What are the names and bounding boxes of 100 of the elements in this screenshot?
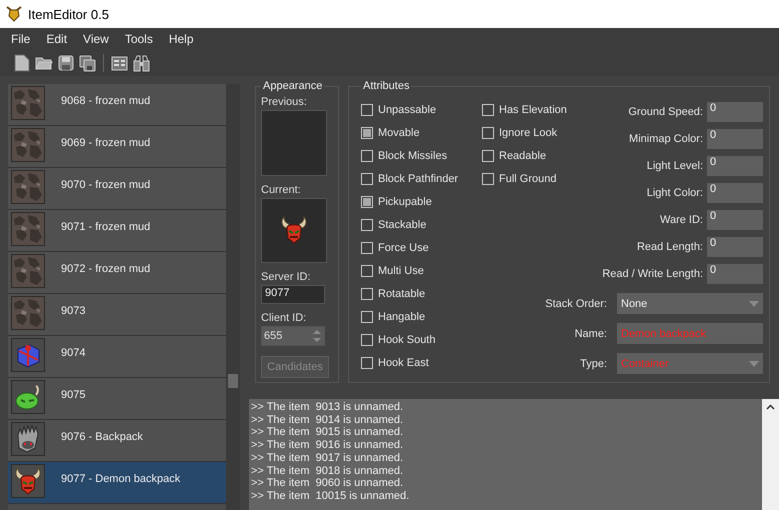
input-field[interactable]: 0 [707,156,763,176]
log-line: >> The item 9060 is unnamed. [251,477,404,490]
checkbox[interactable] [482,173,494,185]
checkbox[interactable] [361,173,373,185]
log-line: >> The item 9013 is unnamed. [251,401,404,414]
checkbox[interactable] [482,104,494,116]
checkbox-label: Ignore Look [499,127,558,139]
checkbox[interactable] [361,127,373,139]
field-label: Type: [580,358,607,370]
checkbox[interactable] [361,219,373,231]
item-sprite-icon [12,87,44,119]
client-id-spinner[interactable]: 655 [261,326,325,346]
item-label: 9076 - Backpack [61,430,143,445]
menu-item[interactable]: File [3,32,38,46]
item-list-row[interactable]: 9070 - frozen mud [8,168,226,210]
log-line: >> The item 10015 is unnamed. [251,490,410,503]
checkbox[interactable] [361,357,373,369]
checkbox-label: Pickupable [378,196,432,208]
checkbox[interactable] [361,311,373,323]
save-icon[interactable] [58,55,74,71]
log-line: >> The item 9015 is unnamed. [251,426,404,440]
server-id-field[interactable]: 9077 [261,285,325,304]
scrollbar[interactable] [762,399,779,510]
checkbox[interactable] [482,150,494,162]
checkbox-label: Block Missiles [378,150,448,162]
field-label: Current: [261,184,302,196]
checkbox-label: Readable [499,150,546,162]
field-label: Minimap Color: [629,133,703,145]
menu-item[interactable]: Edit [38,32,76,46]
item-sprite-icon [12,297,44,329]
field-label: Light Level: [646,160,703,172]
group-title: Attributes [362,80,410,92]
folder-icon[interactable] [35,55,53,71]
input-field[interactable]: 0 [707,210,763,230]
checkbox[interactable] [361,265,373,277]
item-sprite-icon [12,255,44,287]
caret-icon [749,300,759,306]
field-label: Name: [574,328,607,340]
item-label: 9077 - Demon backpack [61,472,180,487]
item-list-row[interactable]: 9072 - frozen mud [8,252,226,294]
checkbox-label: Rotatable [378,288,426,300]
item-label: 9071 - frozen mud [61,220,150,235]
item-list-row[interactable]: 9068 - frozen mud [8,84,226,126]
checkbox[interactable] [361,104,373,116]
item-sprite-icon [12,171,44,203]
window-title: ItemEditor 0.5 [28,6,109,22]
checkbox[interactable] [361,196,373,208]
checkbox[interactable] [361,242,373,254]
binoculars-icon[interactable] [133,54,150,72]
log-line: >> The item 9014 is unnamed. [251,414,404,426]
item-label: 9074 [61,346,86,361]
item-list-row[interactable]: 9076 - Backpack [8,420,226,462]
item-list-row[interactable]: 9074 [8,336,226,378]
checkbox[interactable] [482,127,494,139]
field-label: Ground Speed: [628,106,703,118]
item-list-row[interactable]: 9073 [8,294,226,336]
menu-item[interactable]: View [75,32,117,46]
checkbox-label: Movable [378,127,420,139]
field-label: Ware ID: [660,214,703,226]
dropdown[interactable]: None [617,293,763,314]
checkbox-label: Block Pathfinder [378,173,458,185]
caret-icon [749,360,759,366]
item-list-row[interactable]: 9069 - frozen mud [8,126,226,168]
checkbox-label: Has Elevation [499,104,567,116]
item-sprite-icon [12,213,44,245]
new-file-icon[interactable] [14,54,30,72]
item-label: 9073 [61,304,86,319]
field-label: Read / Write Length: [602,268,703,280]
item-label: 9068 - frozen mud [61,94,150,109]
item-list-row[interactable]: 9075 [8,378,226,420]
save-all-icon[interactable] [79,54,96,72]
input-field[interactable]: 0 [707,129,763,149]
log-line: >> The item 9017 is unnamed. [251,452,404,465]
item-list-row[interactable]: 9071 - frozen mud [8,210,226,252]
input-field[interactable]: 0 [707,264,763,284]
checkbox-label: Force Use [378,242,429,254]
log-line: >> The item 9016 is unnamed. [251,439,404,452]
field-label: Read Length: [636,241,703,253]
item-label: 9069 - frozen mud [61,136,150,151]
field-label: Previous: [261,96,308,108]
input-field[interactable]: 0 [707,183,763,203]
scrollbar[interactable] [226,84,240,510]
checkbox-label: Hook East [378,357,429,369]
scroll-up-icon[interactable] [766,404,775,410]
item-list-row[interactable]: 9077 - Demon backpack [8,462,226,504]
previous-preview [261,110,327,176]
checkbox[interactable] [361,334,373,346]
menu-item[interactable]: Help [160,32,202,46]
panel-icon[interactable] [111,56,128,70]
app-icon [6,6,22,22]
checkbox[interactable] [361,150,373,162]
field-label: Server ID: [261,271,312,284]
field-label: Client ID: [261,312,308,324]
menu-item[interactable]: Tools [116,32,161,46]
checkbox-label: Multi Use [378,265,424,277]
log-line: >> The item 9018 is unnamed. [251,464,404,478]
checkbox[interactable] [361,288,373,300]
input-field[interactable]: 0 [707,237,763,257]
input-field[interactable]: 0 [707,102,763,122]
item-sprite-icon [12,129,44,161]
